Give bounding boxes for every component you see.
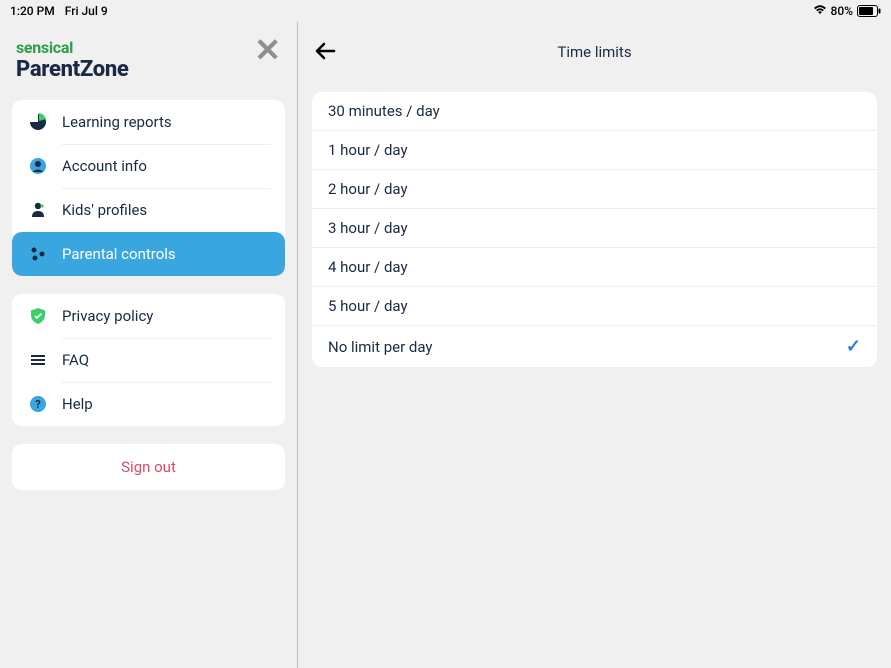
option-label: 2 hour / day xyxy=(328,180,408,198)
status-bar: 1:20 PM Fri Jul 9 80% xyxy=(0,0,891,22)
pie-chart-icon xyxy=(28,112,48,132)
time-limit-option[interactable]: No limit per day ✓ xyxy=(312,326,877,367)
status-right: 80% xyxy=(813,4,881,18)
time-limit-option[interactable]: 2 hour / day xyxy=(312,170,877,209)
content-header: Time limits xyxy=(304,32,885,86)
sidebar-item-label: Kids' profiles xyxy=(62,201,147,219)
sign-out-label: Sign out xyxy=(121,458,176,476)
controls-icon xyxy=(28,244,48,264)
back-arrow-icon[interactable] xyxy=(314,38,336,66)
menu-lines-icon xyxy=(28,350,48,370)
option-label: 5 hour / day xyxy=(328,297,408,315)
time-limit-option[interactable]: 1 hour / day xyxy=(312,131,877,170)
sidebar-item-kids-profiles[interactable]: Kids' profiles xyxy=(12,188,285,232)
status-date: Fri Jul 9 xyxy=(65,4,108,18)
time-limit-option[interactable]: 30 minutes / day xyxy=(312,92,877,131)
time-limit-option[interactable]: 5 hour / day xyxy=(312,287,877,326)
sidebar-item-label: FAQ xyxy=(62,351,89,369)
question-icon: ? xyxy=(28,394,48,414)
close-icon[interactable]: ✕ xyxy=(254,34,281,66)
menu-group-main: Learning reports Account info Kids' prof… xyxy=(12,100,285,276)
sidebar-header: sensical ParentZone ✕ xyxy=(12,34,285,100)
battery-icon xyxy=(857,5,881,17)
user-circle-icon xyxy=(28,156,48,176)
page-title: Time limits xyxy=(557,43,631,61)
wifi-icon xyxy=(813,4,827,18)
brand: sensical ParentZone xyxy=(16,38,129,82)
sidebar-item-label: Help xyxy=(62,395,93,413)
sign-out-button[interactable]: Sign out xyxy=(12,444,285,490)
option-label: 4 hour / day xyxy=(328,258,408,276)
sidebar-item-learning-reports[interactable]: Learning reports xyxy=(12,100,285,144)
time-limit-option[interactable]: 4 hour / day xyxy=(312,248,877,287)
sidebar-item-help[interactable]: ? Help xyxy=(12,382,285,426)
shield-icon xyxy=(28,306,48,326)
sidebar-item-account-info[interactable]: Account info xyxy=(12,144,285,188)
time-limit-list: 30 minutes / day 1 hour / day 2 hour / d… xyxy=(312,92,877,367)
svg-text:?: ? xyxy=(35,398,41,411)
sidebar-item-label: Learning reports xyxy=(62,113,172,131)
sidebar-item-faq[interactable]: FAQ xyxy=(12,338,285,382)
sidebar-item-label: Parental controls xyxy=(62,245,176,263)
sidebar-item-parental-controls[interactable]: Parental controls xyxy=(12,232,285,276)
check-icon: ✓ xyxy=(846,336,861,357)
status-time: 1:20 PM xyxy=(10,4,55,18)
person-icon xyxy=(28,200,48,220)
option-label: 3 hour / day xyxy=(328,219,408,237)
brand-bottom: ParentZone xyxy=(16,57,129,82)
brand-top: sensical xyxy=(16,38,129,57)
sidebar-item-privacy-policy[interactable]: Privacy policy xyxy=(12,294,285,338)
battery-percent: 80% xyxy=(831,4,853,18)
content-panel: Time limits 30 minutes / day 1 hour / da… xyxy=(298,22,891,668)
menu-group-support: Privacy policy FAQ ? Help xyxy=(12,294,285,426)
status-left: 1:20 PM Fri Jul 9 xyxy=(10,4,108,18)
option-label: 30 minutes / day xyxy=(328,102,440,120)
sidebar: sensical ParentZone ✕ Learning reports A… xyxy=(0,22,298,668)
option-label: 1 hour / day xyxy=(328,141,408,159)
option-label: No limit per day xyxy=(328,338,433,356)
sidebar-item-label: Account info xyxy=(62,157,147,175)
time-limit-option[interactable]: 3 hour / day xyxy=(312,209,877,248)
sidebar-item-label: Privacy policy xyxy=(62,307,153,325)
